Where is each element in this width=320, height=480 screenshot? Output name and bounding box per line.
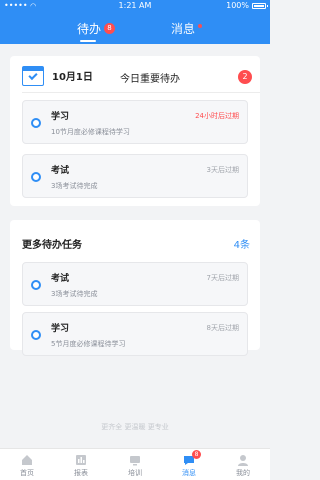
tab-todo-label: 待办 bbox=[77, 22, 102, 36]
todo-item-deadline: 24小时后过期 bbox=[195, 112, 239, 120]
todo-item-subtitle: 3场考试待完成 bbox=[51, 182, 98, 190]
nav-item-label: 培训 bbox=[128, 469, 142, 477]
status-dot-icon bbox=[31, 118, 41, 128]
nav-item-home[interactable]: 首页 bbox=[0, 449, 54, 480]
home-icon bbox=[22, 455, 32, 465]
status-dot-icon bbox=[31, 330, 41, 340]
today-date: 10月1日 bbox=[52, 72, 93, 83]
nav-item-label: 消息 bbox=[182, 469, 196, 477]
nav-item-label: 我的 bbox=[236, 469, 250, 477]
todo-item-subtitle: 3场考试待完成 bbox=[51, 290, 98, 298]
tab-todo-badge: 8 bbox=[104, 23, 116, 34]
battery-percent: 100% bbox=[226, 1, 249, 10]
status-dot-icon bbox=[31, 280, 41, 290]
divider bbox=[22, 92, 260, 93]
nav-item-label: 首页 bbox=[20, 469, 34, 477]
nav-item-profile[interactable]: 我的 bbox=[216, 449, 270, 480]
todo-item-study[interactable]: 学习 10节月度必修课程待学习 24小时后过期 bbox=[22, 100, 248, 144]
report-icon bbox=[76, 455, 86, 465]
nav-messages-badge: 8 bbox=[192, 450, 201, 459]
battery-icon bbox=[252, 3, 268, 9]
todo-item-deadline: 8天后过期 bbox=[206, 324, 239, 332]
todo-item-exam[interactable]: 考试 3场考试待完成 7天后过期 bbox=[22, 262, 248, 306]
nav-item-training[interactable]: 培训 bbox=[108, 449, 162, 480]
more-tasks-title: 更多待办任务 bbox=[22, 240, 82, 251]
status-dot-icon bbox=[31, 172, 41, 182]
active-tab-indicator bbox=[80, 40, 96, 42]
header: ••••• ◠ 1:21 AM 100% 待办 8 消息 bbox=[0, 0, 270, 44]
today-header: 10月1日 今日重要待办 2 bbox=[22, 64, 252, 88]
calendar-check-icon bbox=[22, 66, 44, 86]
todo-item-title: 考试 bbox=[51, 166, 70, 176]
status-bar: ••••• ◠ 1:21 AM 100% bbox=[0, 0, 270, 12]
tab-messages-label: 消息 bbox=[171, 22, 196, 36]
tab-messages[interactable]: 消息 bbox=[171, 20, 203, 37]
slogan: 更齐全 更温暖 更专业 bbox=[101, 423, 169, 431]
tab-todo[interactable]: 待办 8 bbox=[77, 20, 116, 37]
nav-item-report[interactable]: 报表 bbox=[54, 449, 108, 480]
tab-messages-dot bbox=[198, 23, 203, 28]
more-tasks-card: 更多待办任务 4条 考试 3场考试待完成 7天后过期 学习 5节月度必修课程待学… bbox=[10, 220, 260, 356]
todo-item-study[interactable]: 学习 5节月度必修课程待学习 8天后过期 bbox=[22, 312, 248, 356]
today-count-badge: 2 bbox=[238, 70, 252, 84]
todo-item-subtitle: 5节月度必修课程待学习 bbox=[51, 340, 126, 348]
more-tasks-count-link[interactable]: 4条 bbox=[234, 236, 250, 251]
todo-item-subtitle: 10节月度必修课程待学习 bbox=[51, 128, 130, 136]
battery-indicator: 100% bbox=[226, 0, 268, 12]
todo-item-title: 学习 bbox=[51, 112, 70, 122]
training-icon bbox=[130, 456, 140, 466]
profile-icon bbox=[238, 455, 248, 466]
todo-item-deadline: 3天后过期 bbox=[206, 166, 239, 174]
todo-item-exam[interactable]: 考试 3场考试待完成 3天后过期 bbox=[22, 154, 248, 198]
bottom-nav: 首页 报表 培训 8 消息 我的 bbox=[0, 448, 270, 480]
todo-item-deadline: 7天后过期 bbox=[206, 274, 239, 282]
nav-item-messages[interactable]: 8 消息 bbox=[162, 449, 216, 480]
todo-item-title: 考试 bbox=[51, 274, 70, 284]
nav-item-label: 报表 bbox=[74, 469, 88, 477]
top-tabs: 待办 8 消息 bbox=[0, 16, 270, 44]
today-card: 10月1日 今日重要待办 2 学习 10节月度必修课程待学习 24小时后过期 考… bbox=[10, 56, 260, 206]
today-title: 今日重要待办 bbox=[120, 74, 180, 85]
todo-item-title: 学习 bbox=[51, 324, 70, 334]
